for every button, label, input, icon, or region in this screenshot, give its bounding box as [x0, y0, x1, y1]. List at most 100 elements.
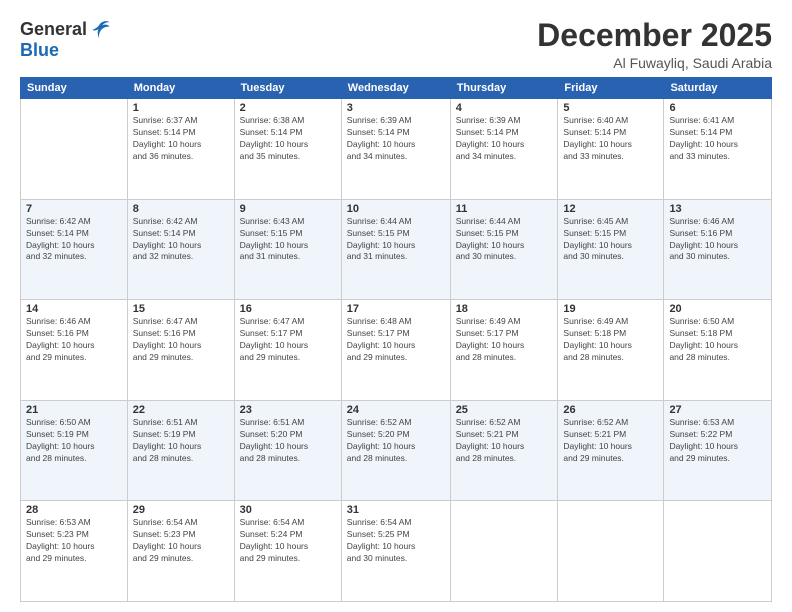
day-number: 23 [240, 404, 336, 416]
day-info: Sunrise: 6:50 AM Sunset: 5:18 PM Dayligh… [669, 316, 766, 364]
day-number: 28 [26, 504, 122, 516]
table-row: 7Sunrise: 6:42 AM Sunset: 5:14 PM Daylig… [21, 199, 128, 300]
col-friday: Friday [558, 78, 664, 99]
day-number: 27 [669, 404, 766, 416]
calendar-week-row: 1Sunrise: 6:37 AM Sunset: 5:14 PM Daylig… [21, 99, 772, 200]
day-info: Sunrise: 6:49 AM Sunset: 5:17 PM Dayligh… [456, 316, 553, 364]
calendar-header-row: Sunday Monday Tuesday Wednesday Thursday… [21, 78, 772, 99]
calendar-week-row: 7Sunrise: 6:42 AM Sunset: 5:14 PM Daylig… [21, 199, 772, 300]
day-info: Sunrise: 6:50 AM Sunset: 5:19 PM Dayligh… [26, 417, 122, 465]
calendar-week-row: 28Sunrise: 6:53 AM Sunset: 5:23 PM Dayli… [21, 501, 772, 602]
calendar-week-row: 21Sunrise: 6:50 AM Sunset: 5:19 PM Dayli… [21, 400, 772, 501]
table-row: 29Sunrise: 6:54 AM Sunset: 5:23 PM Dayli… [127, 501, 234, 602]
table-row: 4Sunrise: 6:39 AM Sunset: 5:14 PM Daylig… [450, 99, 558, 200]
table-row: 25Sunrise: 6:52 AM Sunset: 5:21 PM Dayli… [450, 400, 558, 501]
day-number: 6 [669, 102, 766, 114]
day-number: 18 [456, 303, 553, 315]
table-row: 6Sunrise: 6:41 AM Sunset: 5:14 PM Daylig… [664, 99, 772, 200]
day-info: Sunrise: 6:39 AM Sunset: 5:14 PM Dayligh… [456, 115, 553, 163]
day-number: 15 [133, 303, 229, 315]
day-number: 7 [26, 203, 122, 215]
table-row: 16Sunrise: 6:47 AM Sunset: 5:17 PM Dayli… [234, 300, 341, 401]
calendar-table: Sunday Monday Tuesday Wednesday Thursday… [20, 77, 772, 602]
day-info: Sunrise: 6:54 AM Sunset: 5:25 PM Dayligh… [347, 517, 445, 565]
table-row [558, 501, 664, 602]
day-number: 1 [133, 102, 229, 114]
day-number: 13 [669, 203, 766, 215]
day-number: 26 [563, 404, 658, 416]
day-number: 10 [347, 203, 445, 215]
day-info: Sunrise: 6:42 AM Sunset: 5:14 PM Dayligh… [133, 216, 229, 264]
table-row: 23Sunrise: 6:51 AM Sunset: 5:20 PM Dayli… [234, 400, 341, 501]
day-info: Sunrise: 6:47 AM Sunset: 5:17 PM Dayligh… [240, 316, 336, 364]
day-number: 29 [133, 504, 229, 516]
day-number: 14 [26, 303, 122, 315]
day-number: 16 [240, 303, 336, 315]
day-info: Sunrise: 6:49 AM Sunset: 5:18 PM Dayligh… [563, 316, 658, 364]
table-row: 17Sunrise: 6:48 AM Sunset: 5:17 PM Dayli… [341, 300, 450, 401]
day-info: Sunrise: 6:39 AM Sunset: 5:14 PM Dayligh… [347, 115, 445, 163]
day-number: 4 [456, 102, 553, 114]
table-row [21, 99, 128, 200]
table-row [450, 501, 558, 602]
day-number: 8 [133, 203, 229, 215]
table-row: 30Sunrise: 6:54 AM Sunset: 5:24 PM Dayli… [234, 501, 341, 602]
day-number: 2 [240, 102, 336, 114]
day-number: 12 [563, 203, 658, 215]
table-row: 13Sunrise: 6:46 AM Sunset: 5:16 PM Dayli… [664, 199, 772, 300]
table-row: 1Sunrise: 6:37 AM Sunset: 5:14 PM Daylig… [127, 99, 234, 200]
day-info: Sunrise: 6:37 AM Sunset: 5:14 PM Dayligh… [133, 115, 229, 163]
table-row: 5Sunrise: 6:40 AM Sunset: 5:14 PM Daylig… [558, 99, 664, 200]
col-thursday: Thursday [450, 78, 558, 99]
title-area: December 2025 Al Fuwayliq, Saudi Arabia [537, 18, 772, 71]
table-row: 21Sunrise: 6:50 AM Sunset: 5:19 PM Dayli… [21, 400, 128, 501]
table-row: 12Sunrise: 6:45 AM Sunset: 5:15 PM Dayli… [558, 199, 664, 300]
logo-general-text: General [20, 19, 87, 40]
location-subtitle: Al Fuwayliq, Saudi Arabia [537, 55, 772, 71]
day-info: Sunrise: 6:53 AM Sunset: 5:22 PM Dayligh… [669, 417, 766, 465]
col-tuesday: Tuesday [234, 78, 341, 99]
day-info: Sunrise: 6:48 AM Sunset: 5:17 PM Dayligh… [347, 316, 445, 364]
day-number: 30 [240, 504, 336, 516]
day-info: Sunrise: 6:52 AM Sunset: 5:20 PM Dayligh… [347, 417, 445, 465]
day-info: Sunrise: 6:42 AM Sunset: 5:14 PM Dayligh… [26, 216, 122, 264]
day-info: Sunrise: 6:51 AM Sunset: 5:19 PM Dayligh… [133, 417, 229, 465]
col-wednesday: Wednesday [341, 78, 450, 99]
day-number: 3 [347, 102, 445, 114]
table-row: 11Sunrise: 6:44 AM Sunset: 5:15 PM Dayli… [450, 199, 558, 300]
table-row: 22Sunrise: 6:51 AM Sunset: 5:19 PM Dayli… [127, 400, 234, 501]
day-number: 25 [456, 404, 553, 416]
day-number: 19 [563, 303, 658, 315]
table-row: 26Sunrise: 6:52 AM Sunset: 5:21 PM Dayli… [558, 400, 664, 501]
table-row: 18Sunrise: 6:49 AM Sunset: 5:17 PM Dayli… [450, 300, 558, 401]
day-info: Sunrise: 6:38 AM Sunset: 5:14 PM Dayligh… [240, 115, 336, 163]
day-number: 21 [26, 404, 122, 416]
day-info: Sunrise: 6:46 AM Sunset: 5:16 PM Dayligh… [669, 216, 766, 264]
day-info: Sunrise: 6:41 AM Sunset: 5:14 PM Dayligh… [669, 115, 766, 163]
table-row: 8Sunrise: 6:42 AM Sunset: 5:14 PM Daylig… [127, 199, 234, 300]
day-number: 11 [456, 203, 553, 215]
col-monday: Monday [127, 78, 234, 99]
table-row: 19Sunrise: 6:49 AM Sunset: 5:18 PM Dayli… [558, 300, 664, 401]
table-row: 9Sunrise: 6:43 AM Sunset: 5:15 PM Daylig… [234, 199, 341, 300]
day-info: Sunrise: 6:40 AM Sunset: 5:14 PM Dayligh… [563, 115, 658, 163]
col-sunday: Sunday [21, 78, 128, 99]
table-row: 24Sunrise: 6:52 AM Sunset: 5:20 PM Dayli… [341, 400, 450, 501]
day-number: 22 [133, 404, 229, 416]
month-title: December 2025 [537, 18, 772, 53]
table-row: 28Sunrise: 6:53 AM Sunset: 5:23 PM Dayli… [21, 501, 128, 602]
day-number: 24 [347, 404, 445, 416]
col-saturday: Saturday [664, 78, 772, 99]
day-info: Sunrise: 6:43 AM Sunset: 5:15 PM Dayligh… [240, 216, 336, 264]
table-row: 27Sunrise: 6:53 AM Sunset: 5:22 PM Dayli… [664, 400, 772, 501]
table-row: 3Sunrise: 6:39 AM Sunset: 5:14 PM Daylig… [341, 99, 450, 200]
calendar-week-row: 14Sunrise: 6:46 AM Sunset: 5:16 PM Dayli… [21, 300, 772, 401]
day-number: 17 [347, 303, 445, 315]
day-info: Sunrise: 6:52 AM Sunset: 5:21 PM Dayligh… [456, 417, 553, 465]
day-number: 9 [240, 203, 336, 215]
table-row: 2Sunrise: 6:38 AM Sunset: 5:14 PM Daylig… [234, 99, 341, 200]
day-info: Sunrise: 6:47 AM Sunset: 5:16 PM Dayligh… [133, 316, 229, 364]
table-row: 31Sunrise: 6:54 AM Sunset: 5:25 PM Dayli… [341, 501, 450, 602]
page: General Blue December 2025 Al Fuwayliq, … [0, 0, 792, 612]
table-row: 10Sunrise: 6:44 AM Sunset: 5:15 PM Dayli… [341, 199, 450, 300]
